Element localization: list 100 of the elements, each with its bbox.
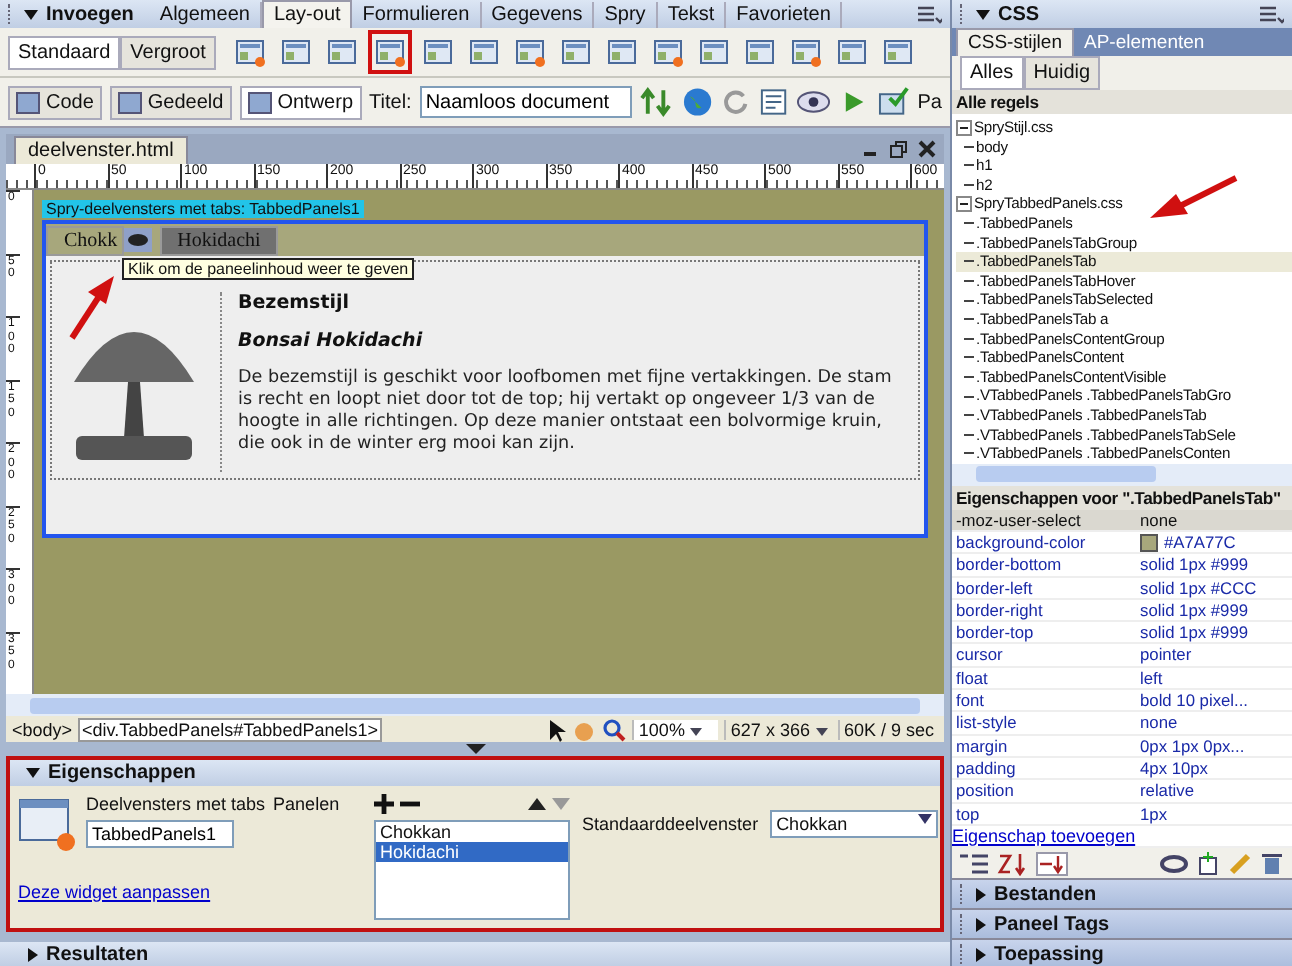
- property-name[interactable]: list-style: [952, 712, 1140, 734]
- color-swatch[interactable]: [1140, 533, 1158, 552]
- zoom-dropdown[interactable]: 100%: [632, 719, 719, 739]
- default-panel-label: Standaarddeelvenster: [582, 814, 759, 834]
- trash-icon[interactable]: [1260, 851, 1284, 876]
- property-name[interactable]: background-color: [952, 531, 1140, 553]
- horizontal-scrollbar[interactable]: [952, 463, 1292, 486]
- property-value[interactable]: solid 1px #CCC: [1140, 577, 1257, 598]
- caret-icon[interactable]: [918, 814, 933, 824]
- pointer-icon[interactable]: [546, 717, 567, 741]
- property-value[interactable]: none: [1140, 509, 1178, 530]
- checklist-icon[interactable]: [878, 86, 910, 118]
- property-value[interactable]: 4px 10px: [1140, 757, 1208, 779]
- property-value[interactable]: pointer: [1140, 644, 1192, 666]
- panel-title[interactable]: Resultaten: [46, 943, 149, 965]
- property-value[interactable]: relative: [1140, 780, 1194, 802]
- sort-set-icon[interactable]: [1036, 851, 1068, 876]
- panel-list-item[interactable]: Hokidachi: [376, 842, 568, 862]
- property-value[interactable]: 1px: [1140, 803, 1168, 824]
- title-label: Titel:: [369, 91, 412, 113]
- collapse-arrow-icon[interactable]: [465, 744, 485, 754]
- property-name[interactable]: -moz-user-select: [952, 509, 1140, 530]
- mode-button[interactable]: Standaard: [8, 35, 121, 69]
- property-name[interactable]: border-bottom: [952, 554, 1140, 576]
- options-menu-icon[interactable]: [918, 5, 942, 23]
- toolbar-label[interactable]: Pa: [917, 91, 942, 113]
- zoom-icon[interactable]: [602, 717, 627, 741]
- options-menu-icon[interactable]: [1260, 5, 1284, 23]
- property-name[interactable]: position: [952, 780, 1140, 802]
- property-value[interactable]: solid 1px #999: [1140, 622, 1249, 643]
- panel-tab[interactable]: Chokk: [46, 225, 124, 255]
- panel-paragraph: De bezemstijl is geschikt voor loofbomen met fijne vertakkingen. De stam is recht en loopt niet door tot de top; hij vertakt op ongeveer 1/3 van de hoogte in alle richtingen. Op deze manier ontstaat een bolvormige kruin, die ook in de winter erg mooi kan zijn.: [238, 368, 894, 456]
- caret-icon[interactable]: [690, 727, 703, 735]
- tag-selector[interactable]: <body>: [12, 719, 73, 739]
- property-name[interactable]: top: [952, 803, 1140, 824]
- restore-icon[interactable]: [890, 140, 908, 158]
- eye-icon[interactable]: [796, 86, 832, 118]
- panel-subheading: Bonsai Hokidachi: [238, 330, 425, 352]
- sort-alphabetical-icon[interactable]: [996, 851, 1028, 876]
- view-button[interactable]: Gedeeld: [109, 85, 232, 119]
- panel-title[interactable]: Invoegen: [46, 3, 134, 25]
- horizontal-scrollbar[interactable]: [6, 694, 944, 716]
- globe-icon[interactable]: [682, 86, 714, 118]
- property-value[interactable]: 0px 1px 0px...: [1140, 735, 1245, 756]
- panels-label: Panelen: [273, 794, 340, 814]
- property-name[interactable]: cursor: [952, 644, 1140, 666]
- property-value[interactable]: #A7A77C: [1164, 531, 1236, 553]
- property-value[interactable]: solid 1px #999: [1140, 599, 1249, 621]
- document-icon[interactable]: [757, 86, 789, 118]
- property-name[interactable]: float: [952, 667, 1140, 689]
- property-name[interactable]: margin: [952, 735, 1140, 756]
- panel-tab[interactable]: Hokidachi: [159, 225, 279, 255]
- property-name[interactable]: font: [952, 690, 1140, 711]
- property-name[interactable]: border-left: [952, 577, 1140, 598]
- mode-button[interactable]: Vergroot: [120, 35, 216, 69]
- tag-selector[interactable]: <div.TabbedPanels#TabbedPanels1>: [78, 717, 382, 741]
- mode-button[interactable]: Alles: [960, 56, 1024, 90]
- list-view-icon[interactable]: [960, 853, 988, 874]
- add-property-link[interactable]: Eigenschap toevoegen: [952, 825, 1136, 847]
- collapse-arrow-icon[interactable]: [24, 9, 38, 19]
- panel-heading: Bezemstijl: [238, 292, 352, 314]
- widget-name-field[interactable]: TabbedPanels1: [86, 820, 234, 848]
- property-value[interactable]: solid 1px #999: [1140, 554, 1249, 576]
- link-icon[interactable]: [1160, 853, 1188, 874]
- customize-widget-link[interactable]: Deze widget aanpassen: [18, 882, 362, 902]
- panel-tab[interactable]: CSS-stijlen: [956, 28, 1074, 56]
- eye-icon[interactable]: [123, 228, 152, 252]
- layout-icon[interactable]: [367, 30, 412, 74]
- mode-button[interactable]: Huidig: [1023, 56, 1101, 90]
- property-value[interactable]: bold 10 pixel...: [1140, 690, 1249, 711]
- document-tab[interactable]: deelvenster.html: [14, 136, 188, 164]
- property-value[interactable]: left: [1140, 667, 1163, 689]
- title-field[interactable]: Naamloos document: [419, 86, 632, 118]
- download-time: 60K / 9 sec: [837, 719, 938, 739]
- expand-arrow-icon[interactable]: [28, 947, 38, 961]
- widget-icon: [18, 794, 78, 854]
- collapse-icon[interactable]: [956, 196, 972, 213]
- add-icon[interactable]: [374, 794, 394, 814]
- view-button[interactable]: Code: [8, 85, 102, 119]
- sort-arrows-icon[interactable]: [639, 86, 675, 118]
- panel-list-item[interactable]: Chokkan: [376, 822, 568, 842]
- widget-label: Spry-deelvensters met tabs: TabbedPanels1: [42, 200, 364, 218]
- panel-title[interactable]: CSS: [998, 3, 1040, 25]
- property-name[interactable]: padding: [952, 757, 1140, 779]
- view-button[interactable]: Ontwerp: [239, 85, 362, 119]
- property-value[interactable]: none: [1140, 712, 1178, 734]
- collapse-arrow-icon[interactable]: [976, 9, 990, 19]
- property-name[interactable]: border-right: [952, 599, 1140, 621]
- collapse-icon[interactable]: [956, 119, 972, 136]
- panel-title[interactable]: Eigenschappen: [48, 762, 196, 784]
- default-panel-dropdown[interactable]: Chokkan: [770, 810, 939, 838]
- panel-tab[interactable]: AP-elementen: [1074, 30, 1215, 56]
- move-up-icon[interactable]: [528, 798, 546, 810]
- collapse-arrow-icon[interactable]: [26, 768, 40, 778]
- property-name[interactable]: border-top: [952, 622, 1140, 643]
- caret-icon[interactable]: [815, 727, 828, 735]
- section-heading: Alle regels: [952, 90, 1292, 114]
- insert-tab[interactable]: Lay-out: [261, 0, 353, 28]
- window-size-dropdown[interactable]: 627 x 366: [724, 719, 832, 739]
- close-icon[interactable]: [918, 140, 936, 158]
